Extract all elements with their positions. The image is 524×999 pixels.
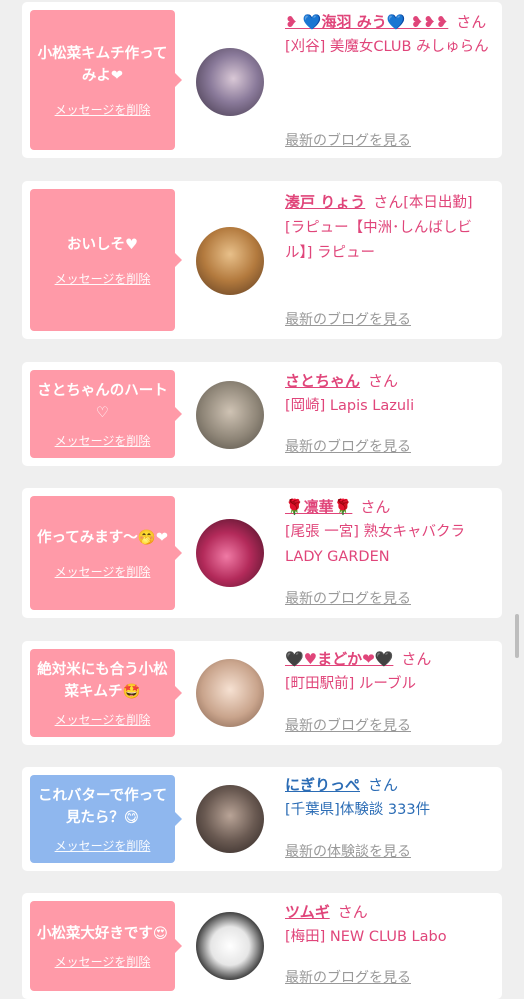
delete-message-link[interactable]: メッセージを削除 xyxy=(55,563,151,580)
list-item: おいしそ♥ メッセージを削除 湊戸 りょう さん[本日出勤] [ラピュー【中洲･し… xyxy=(22,181,502,339)
shop-name: [ラピュー【中洲･しんばしビル】] ラピュー xyxy=(285,220,472,261)
avatar[interactable] xyxy=(196,659,264,727)
latest-blog-link[interactable]: 最新のブログを見る xyxy=(285,436,411,456)
honorific: さん xyxy=(368,372,399,390)
profile-info: ツムギ さん [梅田] NEW CLUB Labo xyxy=(285,900,495,950)
delete-message-link[interactable]: メッセージを削除 xyxy=(55,432,151,449)
honorific: さん xyxy=(373,193,404,211)
message-bubble: これバターで作って見たら？😋 メッセージを削除 xyxy=(30,775,182,863)
delete-message-link[interactable]: メッセージを削除 xyxy=(55,837,151,854)
message-bubble: 絶対米にも合う小松菜キムチ🤩 メッセージを削除 xyxy=(30,649,182,737)
list-item: 作ってみます〜🤭❤ メッセージを削除 🌹凛華🌹 さん [尾張 一宮] 熟女キャバク… xyxy=(22,488,502,618)
shop-name: [刈谷] 美魔女CLUB みしゅらん xyxy=(285,39,489,55)
avatar[interactable] xyxy=(196,381,264,449)
shop-name: [尾張 一宮] 熟女キャバクラ LADY GARDEN xyxy=(285,524,466,565)
message-text: 小松菜大好きです😍 xyxy=(36,925,169,942)
shop-name: [岡崎] Lapis Lazuli xyxy=(285,398,415,414)
message-text: 絶対米にも合う小松菜キムチ🤩 xyxy=(37,661,168,700)
avatar[interactable] xyxy=(196,912,264,980)
list-item: 小松菜大好きです😍 メッセージを削除 ツムギ さん [梅田] NEW CLUB L… xyxy=(22,893,502,999)
message-bubble: 小松菜大好きです😍 メッセージを削除 xyxy=(30,901,182,991)
list-item: 小松菜キムチ作ってみよ❤ メッセージを削除 ❥ 💙海羽 みう💙 ❥❥❥ さん [刈… xyxy=(22,2,502,158)
message-bubble: 小松菜キムチ作ってみよ❤ メッセージを削除 xyxy=(30,10,182,150)
latest-blog-link[interactable]: 最新のブログを見る xyxy=(285,130,411,150)
delete-message-link[interactable]: メッセージを削除 xyxy=(55,953,151,970)
honorific: さん xyxy=(337,903,368,921)
profile-info: 🌹凛華🌹 さん [尾張 一宮] 熟女キャバクラ LADY GARDEN xyxy=(285,495,495,570)
profile-info: さとちゃん さん [岡崎] Lapis Lazuli xyxy=(285,369,495,419)
message-text: おいしそ♥ xyxy=(67,236,138,253)
profile-name-link[interactable]: ツムギ xyxy=(285,903,330,921)
profile-name-link[interactable]: 🖤♥まどか❤🖤 xyxy=(285,650,393,668)
honorific: さん xyxy=(360,498,391,516)
message-text: 小松菜キムチ作ってみよ❤ xyxy=(37,45,168,84)
latest-blog-link[interactable]: 最新のブログを見る xyxy=(285,967,411,987)
honorific: さん xyxy=(456,13,487,31)
latest-blog-link[interactable]: 最新のブログを見る xyxy=(285,309,411,329)
honorific: さん xyxy=(368,776,399,794)
avatar[interactable] xyxy=(196,227,264,295)
message-text: これバターで作って見たら？😋 xyxy=(38,787,167,826)
list-item: これバターで作って見たら？😋 メッセージを削除 にぎりっぺ さん [千葉県]体験談… xyxy=(22,767,502,871)
scrollbar[interactable] xyxy=(515,614,519,658)
honorific: さん xyxy=(401,650,432,668)
shop-name: [千葉県]体験談 333件 xyxy=(285,802,431,818)
delete-message-link[interactable]: メッセージを削除 xyxy=(55,101,151,118)
delete-message-link[interactable]: メッセージを削除 xyxy=(55,270,151,287)
message-bubble: さとちゃんのハート♡ メッセージを削除 xyxy=(30,370,182,458)
delete-message-link[interactable]: メッセージを削除 xyxy=(55,711,151,728)
profile-name-link[interactable]: ❥ 💙海羽 みう💙 ❥❥❥ xyxy=(285,13,448,31)
profile-name-link[interactable]: にぎりっぺ xyxy=(285,776,360,794)
profile-info: ❥ 💙海羽 みう💙 ❥❥❥ さん [刈谷] 美魔女CLUB みしゅらん xyxy=(285,10,495,60)
profile-name-link[interactable]: 🌹凛華🌹 xyxy=(285,498,352,516)
avatar[interactable] xyxy=(196,519,264,587)
profile-info: 湊戸 りょう さん[本日出勤] [ラピュー【中洲･しんばしビル】] ラピュー xyxy=(285,190,495,266)
profile-info: にぎりっぺ さん [千葉県]体験談 333件 xyxy=(285,773,495,823)
latest-blog-link[interactable]: 最新のブログを見る xyxy=(285,588,411,608)
profile-name-link[interactable]: 湊戸 りょう xyxy=(285,193,365,211)
avatar[interactable] xyxy=(196,48,264,116)
avatar[interactable] xyxy=(196,785,264,853)
shop-name: [梅田] NEW CLUB Labo xyxy=(285,929,447,945)
latest-blog-link[interactable]: 最新のブログを見る xyxy=(285,715,411,735)
work-status: [本日出勤] xyxy=(403,195,473,211)
shop-name: [町田駅前] ルーブル xyxy=(285,676,417,692)
message-bubble: 作ってみます〜🤭❤ メッセージを削除 xyxy=(30,496,182,610)
profile-name-link[interactable]: さとちゃん xyxy=(285,372,360,390)
message-text: 作ってみます〜🤭❤ xyxy=(37,529,168,546)
list-item: さとちゃんのハート♡ メッセージを削除 さとちゃん さん [岡崎] Lapis L… xyxy=(22,362,502,466)
list-item: 絶対米にも合う小松菜キムチ🤩 メッセージを削除 🖤♥まどか❤🖤 さん [町田駅前]… xyxy=(22,641,502,745)
message-text: さとちゃんのハート♡ xyxy=(37,382,168,421)
latest-review-link[interactable]: 最新の体験談を見る xyxy=(285,841,411,861)
profile-info: 🖤♥まどか❤🖤 さん [町田駅前] ルーブル xyxy=(285,647,495,697)
message-bubble: おいしそ♥ メッセージを削除 xyxy=(30,189,182,331)
